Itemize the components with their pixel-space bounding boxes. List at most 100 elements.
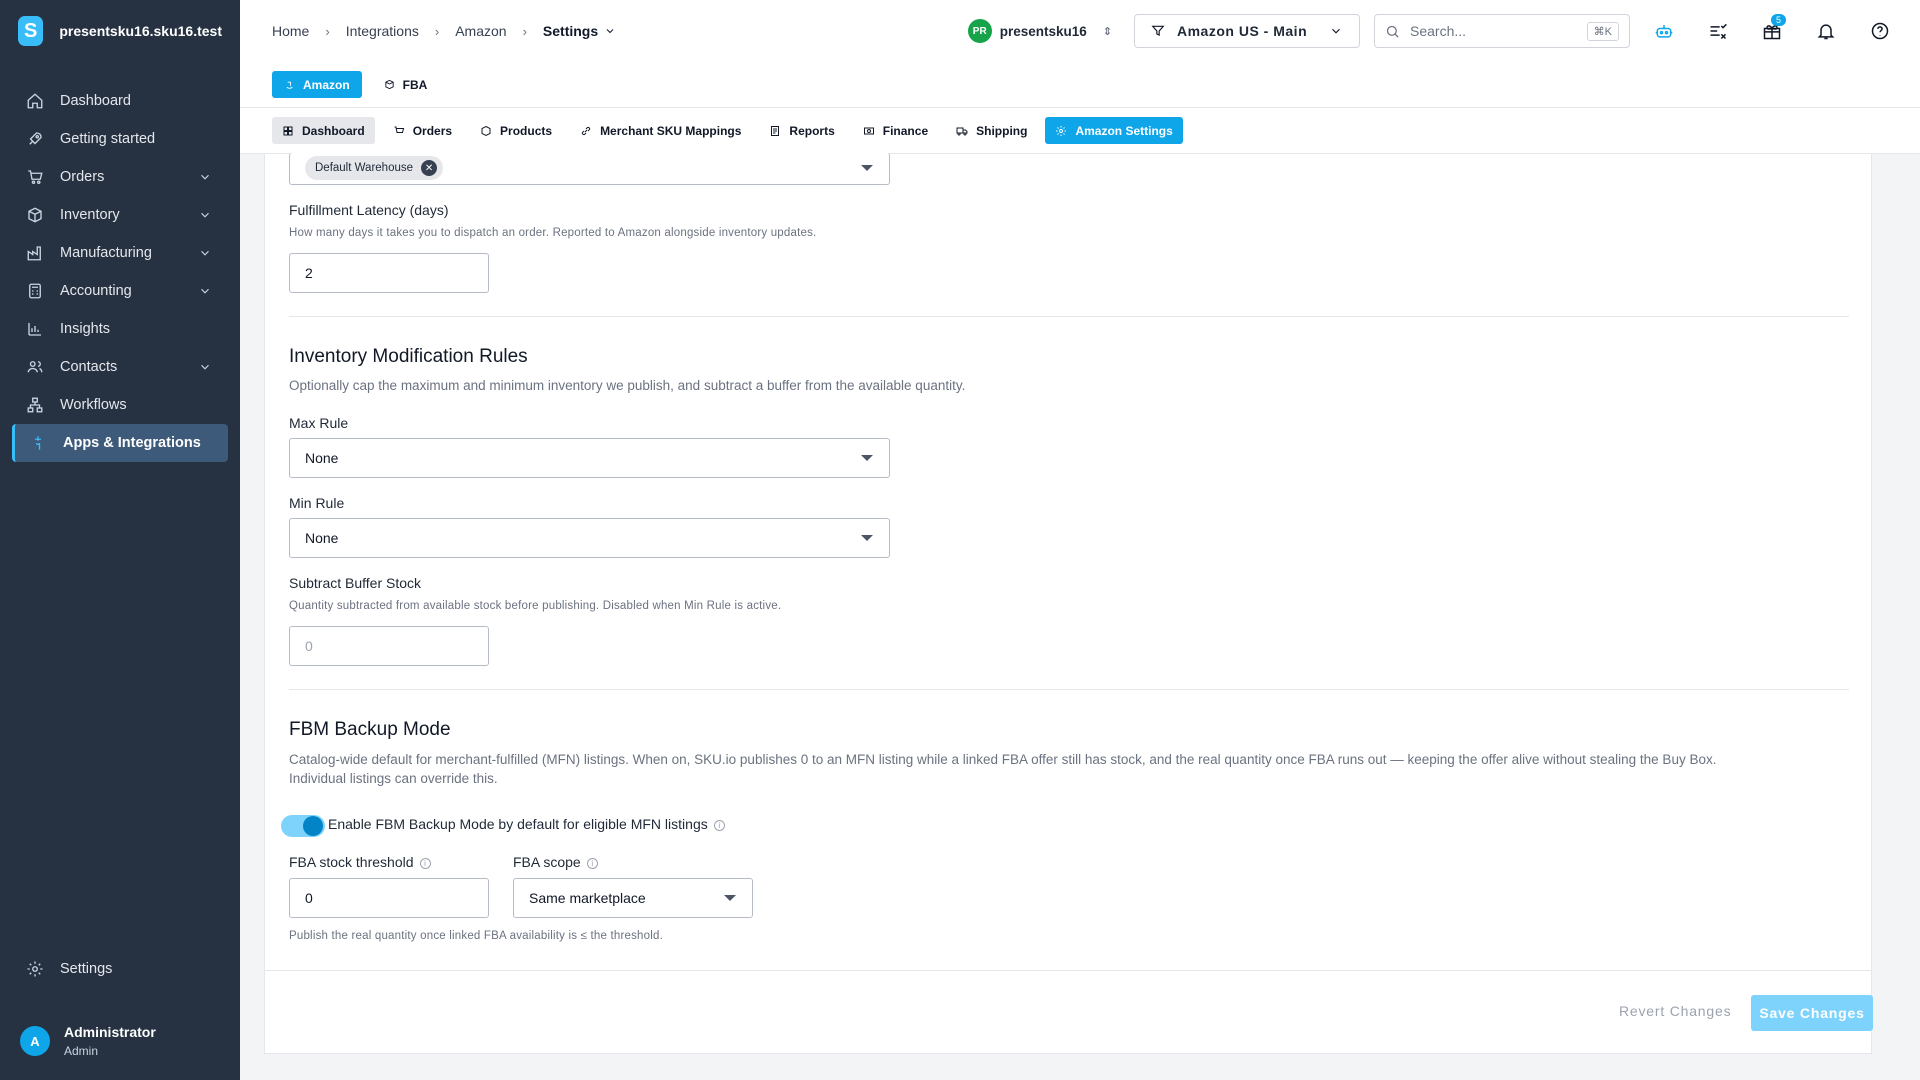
bell-icon [1817,24,1835,40]
subnav-fba[interactable]: FBA [372,71,440,98]
sidebar-item-insights[interactable]: Insights [12,310,228,348]
notifications-button[interactable] [1806,14,1846,48]
breadcrumb-separator: › [522,23,527,39]
fbm-desc-line-1: Catalog-wide default for merchant-fulfil… [289,752,1717,767]
subnav-amazon-label: Amazon [303,77,350,92]
fbm-toggle-label: Enable FBM Backup Mode by default for el… [328,816,708,832]
sidebar-item-inventory[interactable]: Inventory [12,196,228,234]
integration-subnav: Amazon FBA [240,62,1920,108]
tab-orders[interactable]: Orders [383,117,462,144]
save-button[interactable]: Save Changes [1751,995,1873,1031]
amazon-icon [286,81,293,89]
tab-products[interactable]: Products [470,117,562,144]
search-icon [1386,25,1399,38]
warehouse-chip-label: Default Warehouse [315,162,414,174]
scope-select[interactable]: Same marketplace [513,878,753,918]
ai-assistant-button[interactable] [1644,14,1684,48]
breadcrumb-settings[interactable]: Settings [543,23,616,39]
gift-button[interactable]: 5 [1752,14,1792,48]
cart-icon [394,126,404,133]
help-icon [1871,22,1889,40]
threshold-help: Publish the real quantity once linked FB… [289,930,663,942]
breadcrumb-separator: › [434,23,440,39]
min-rule-select[interactable]: None [289,518,890,558]
tab-dashboard[interactable]: Dashboard [272,117,375,144]
sidebar-item-workflows[interactable]: Workflows [12,386,228,424]
tab-amazon-settings[interactable]: Amazon Settings [1045,117,1183,144]
chevron-down-icon[interactable] [198,170,212,188]
box-icon [26,206,44,224]
search-shortcut: ⌘K [1586,21,1619,41]
breadcrumb-separator: › [325,23,330,39]
tab-label: Reports [789,123,835,138]
updown-icon: ⇕ [1102,25,1112,38]
latency-input[interactable]: 2 [289,253,489,293]
info-icon[interactable]: i [713,819,725,831]
chevron-down-icon[interactable] [198,360,212,378]
buffer-input[interactable]: 0 [289,626,489,666]
scope-value: Same marketplace [529,890,646,906]
threshold-input[interactable]: 0 [289,878,489,918]
sidebar-item-contacts[interactable]: Contacts [12,348,228,386]
sidebar-item-label: Manufacturing [60,245,152,261]
tasks-button[interactable] [1698,14,1738,48]
sidebar-item-label: Workflows [60,397,127,413]
info-icon[interactable]: i [419,857,431,869]
user-profile[interactable]: A Administrator Admin [0,1012,240,1070]
sidebar-item-accounting[interactable]: Accounting [12,272,228,310]
brand-logo-icon: S [18,16,44,46]
fbm-backup-toggle[interactable] [281,815,325,837]
breadcrumb: Home › Integrations › Amazon › Settings [272,23,616,39]
tab-merchant-sku-mappings[interactable]: Merchant SKU Mappings [570,117,751,144]
close-icon[interactable]: ✕ [421,160,438,176]
threshold-label: FBA stock threshold [289,854,414,870]
sidebar-item-getting-started[interactable]: Getting started [12,120,228,158]
company-switcher[interactable]: PR presentsku16 ⇕ [967,19,1112,43]
sidebar-item-apps-integrations[interactable]: Apps & Integrations [12,424,228,462]
sidebar-item-dashboard[interactable]: Dashboard [12,82,228,120]
tab-reports[interactable]: Reports [759,117,844,144]
max-rule-value: None [305,450,339,466]
chevron-down-icon[interactable] [198,246,212,264]
fbm-toggle-label-row: Enable FBM Backup Mode by default for el… [328,816,725,832]
help-button[interactable] [1860,14,1900,48]
store-select[interactable]: Amazon US - Main [1134,14,1360,48]
sidebar-nav: Dashboard Getting started Orders Invento… [0,82,240,462]
breadcrumb-amazon[interactable]: Amazon [455,23,506,39]
sidebar-item-settings[interactable]: Settings [0,950,240,988]
max-rule-label: Max Rule [289,415,349,431]
min-rule-label: Min Rule [289,495,345,511]
header-actions: PR presentsku16 ⇕ Amazon US - Main Searc… [967,14,1900,48]
sidebar-item-orders[interactable]: Orders [12,158,228,196]
tab-label: Products [500,123,553,138]
tab-finance[interactable]: Finance [853,117,938,144]
tab-label: Amazon Settings [1075,123,1173,138]
company-name: presentsku16 [999,23,1087,39]
latency-help: How many days it takes you to dispatch a… [289,227,817,239]
chevron-down-icon[interactable] [198,284,212,302]
apps-icon [29,434,47,452]
contacts-icon [26,358,44,376]
toggle-knob [303,816,323,836]
subnav-amazon[interactable]: Amazon [272,71,362,98]
chevron-down-icon[interactable] [198,208,212,226]
tab-shipping[interactable]: Shipping [946,117,1037,144]
breadcrumb-integrations[interactable]: Integrations [346,23,419,39]
breadcrumb-home[interactable]: Home [272,23,309,39]
settings-panel: Default Warehouse ✕ Fulfillment Latency … [264,153,1873,1054]
sidebar-item-label: Inventory [60,207,120,223]
warehouse-select[interactable]: Default Warehouse ✕ [289,153,890,185]
search-input[interactable]: Search... ⌘K [1374,14,1630,48]
sidebar-item-manufacturing[interactable]: Manufacturing [12,234,228,272]
brand[interactable]: S presentsku16.sku16.test [0,0,240,62]
min-rule-value: None [305,530,339,546]
revert-button[interactable]: Revert Changes [1619,1003,1731,1019]
gift-badge: 5 [1771,14,1786,26]
info-icon[interactable]: i [586,857,598,869]
tab-label: Shipping [976,123,1028,138]
fbm-desc: Catalog-wide default for merchant-fulfil… [289,750,1849,788]
sidebar-item-label: Dashboard [60,93,131,109]
tab-label: Dashboard [302,123,365,138]
gear-icon [1056,125,1067,136]
max-rule-select[interactable]: None [289,438,890,478]
